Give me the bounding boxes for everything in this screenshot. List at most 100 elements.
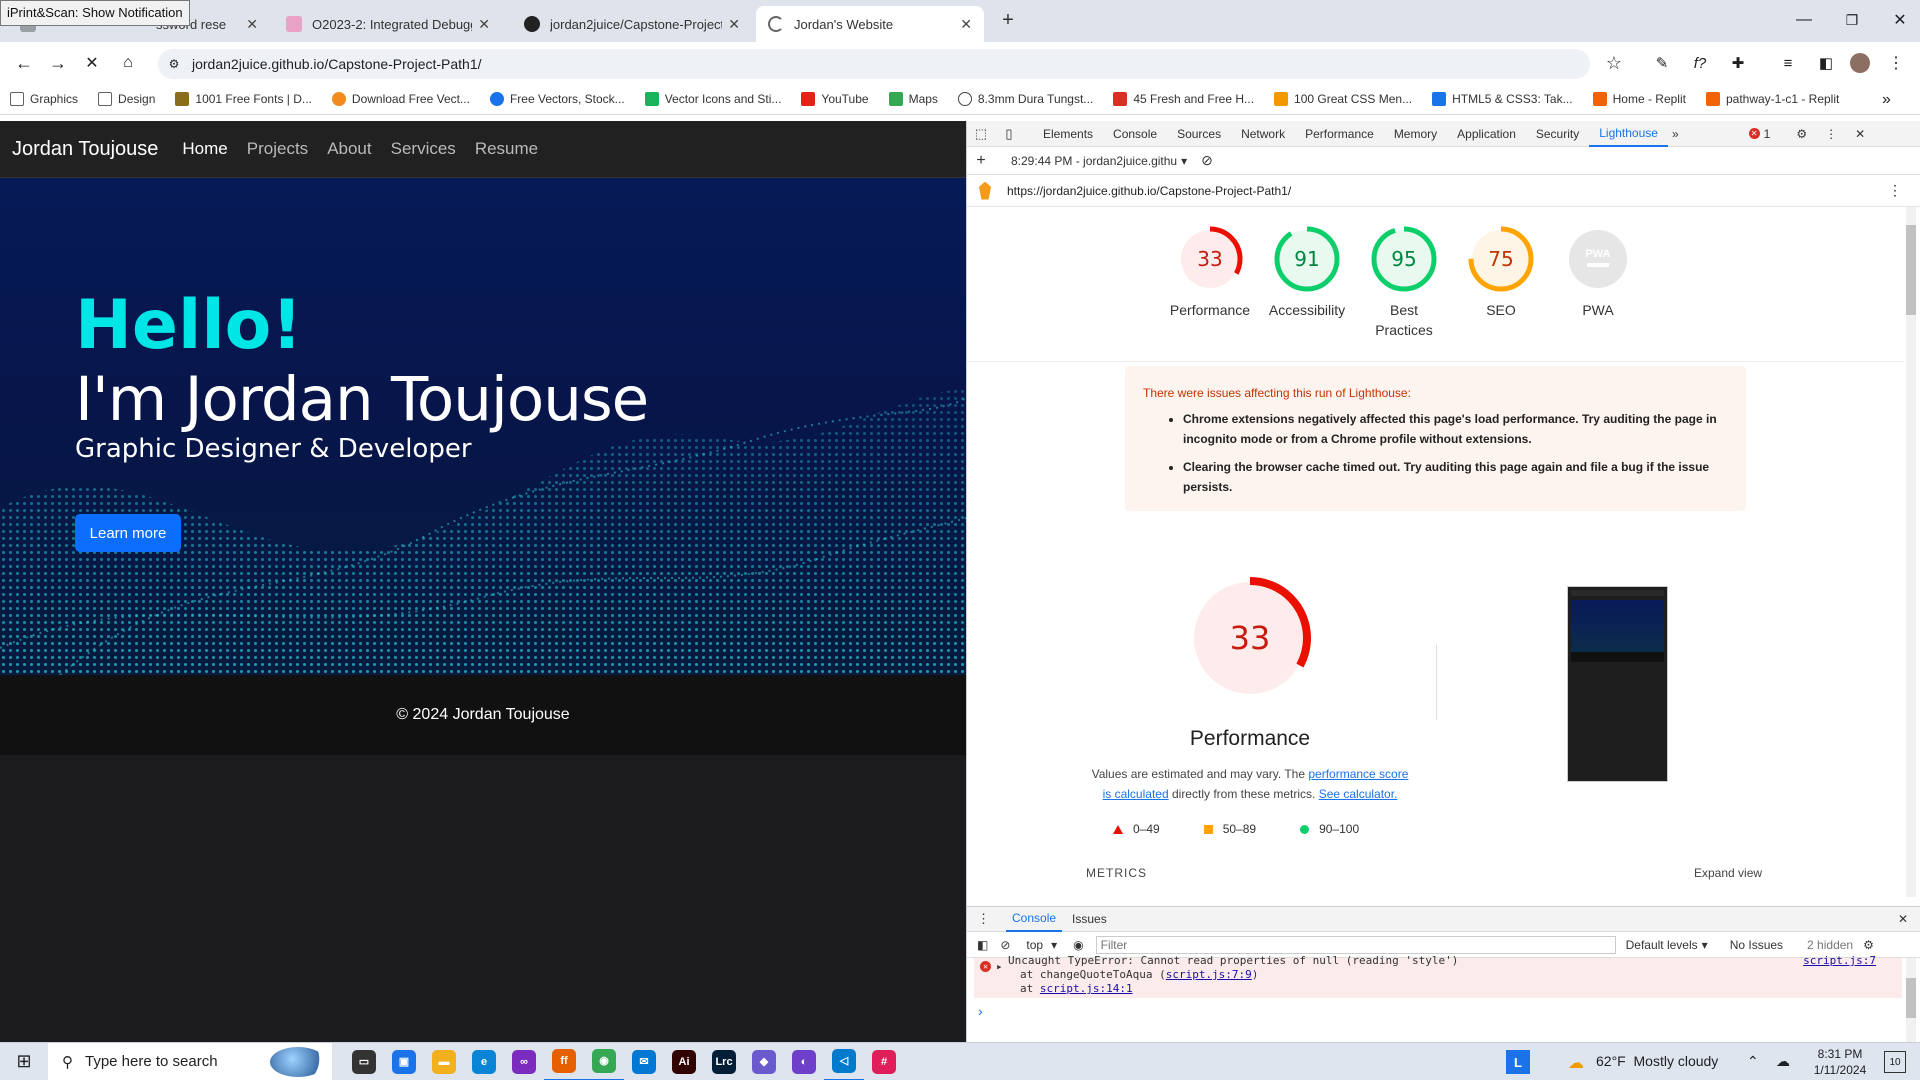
vscode-icon[interactable]: ◁ xyxy=(824,1043,864,1080)
new-report-icon[interactable]: + xyxy=(967,152,995,170)
media-icon[interactable]: ≡ xyxy=(1774,49,1802,77)
devtools-close-icon[interactable]: ✕ xyxy=(1855,127,1865,141)
drawer-close-icon[interactable]: ✕ xyxy=(1898,912,1908,926)
address-bar[interactable]: jordan2juice.github.io/Capstone-Project-… xyxy=(158,49,1590,79)
stack-link[interactable]: script.js:14:1 xyxy=(1040,982,1133,995)
devtools-menu-icon[interactable]: ⋮ xyxy=(1825,127,1837,141)
menu-icon[interactable]: ⋮ xyxy=(1882,49,1910,77)
nav-projects[interactable]: Projects xyxy=(247,139,308,159)
score-gauge-performance[interactable]: 33 xyxy=(1177,226,1243,292)
nav-services[interactable]: Services xyxy=(391,139,456,159)
bookmark-css-menus[interactable]: 100 Great CSS Men... xyxy=(1274,92,1412,106)
learn-more-button[interactable]: Learn more xyxy=(75,514,181,552)
expand-view-link[interactable]: Expand view xyxy=(1694,866,1762,880)
avatar[interactable] xyxy=(1850,53,1870,73)
edge-icon[interactable]: e xyxy=(464,1043,504,1080)
drawer-tab-console[interactable]: Console xyxy=(1006,906,1063,932)
taskbar-search[interactable]: ⚲ Type here to search xyxy=(48,1042,332,1080)
devtools-tab-sources[interactable]: Sources xyxy=(1167,121,1231,147)
clear-reports-icon[interactable]: ⊘ xyxy=(1201,152,1213,169)
nav-home[interactable]: Home xyxy=(182,139,227,159)
devtools-tab-performance[interactable]: Performance xyxy=(1295,121,1384,147)
home-icon[interactable]: ⌂ xyxy=(114,49,142,77)
mail-icon[interactable]: ✉ xyxy=(624,1043,664,1080)
restore-icon[interactable]: ❐ xyxy=(1834,6,1870,34)
scrollbar-thumb[interactable] xyxy=(1906,225,1916,315)
close-icon[interactable]: ✕ xyxy=(246,16,258,33)
widget-icon[interactable]: L xyxy=(1506,1050,1530,1074)
forward-icon[interactable]: → xyxy=(44,49,72,77)
settings-icon[interactable]: ⚙ xyxy=(1796,127,1807,141)
expand-triangle-icon[interactable]: ▸ xyxy=(996,960,1003,973)
weather-icon[interactable]: ☁ xyxy=(1568,1053,1584,1073)
bookmark-html5[interactable]: HTML5 & CSS3: Tak... xyxy=(1432,92,1573,106)
devtools-tab-console[interactable]: Console xyxy=(1103,121,1167,147)
onedrive-icon[interactable]: ☁ xyxy=(1776,1053,1790,1070)
close-icon[interactable]: ✕ xyxy=(960,16,972,33)
notification-icon[interactable]: 10 xyxy=(1884,1051,1906,1073)
tab-active[interactable]: Jordan's Website ✕ xyxy=(756,6,984,42)
bookmark-tungsten[interactable]: 8.3mm Dura Tungst... xyxy=(957,92,1093,106)
report-menu-icon[interactable]: ⋮ xyxy=(1888,182,1902,199)
bookmark-replit-pathway[interactable]: pathway-1-c1 - Replit xyxy=(1705,92,1839,106)
task-view-icon[interactable]: ▭ xyxy=(344,1043,384,1080)
score-gauge-accessibility[interactable]: 91 xyxy=(1274,226,1340,292)
score-gauge-best-practices[interactable]: 95 xyxy=(1371,226,1437,292)
weather-text[interactable]: 62°F Mostly cloudy xyxy=(1596,1053,1718,1069)
store-icon[interactable]: ▣ xyxy=(384,1043,424,1080)
report-scrollbar[interactable] xyxy=(1906,207,1916,897)
page-screenshot-thumbnail[interactable] xyxy=(1567,586,1668,782)
slack-icon[interactable]: # xyxy=(864,1043,904,1080)
context-select[interactable]: top ▾ xyxy=(1026,938,1057,952)
console-filter-input[interactable] xyxy=(1095,935,1616,954)
bookmark-vecteezy[interactable]: Download Free Vect... xyxy=(331,92,470,106)
bookmark-fonts[interactable]: 1001 Free Fonts | D... xyxy=(175,92,312,106)
tab-1[interactable]: O2023-2: Integrated Debugging ✕ xyxy=(274,6,502,42)
console-prompt[interactable]: › xyxy=(978,1003,983,1019)
illustrator-icon[interactable]: Ai xyxy=(664,1043,704,1080)
app-purple-icon[interactable]: ∞ xyxy=(504,1043,544,1080)
report-url[interactable]: https://jordan2juice.github.io/Capstone-… xyxy=(1007,184,1291,198)
device-toolbar-icon[interactable]: ▯ xyxy=(995,126,1023,142)
bookmark-fresh[interactable]: 45 Fresh and Free H... xyxy=(1113,92,1254,106)
devtools-tab-memory[interactable]: Memory xyxy=(1384,121,1447,147)
minimize-icon[interactable]: — xyxy=(1786,6,1822,34)
back-icon[interactable]: ← xyxy=(10,49,38,77)
drawer-menu-icon[interactable]: ⋮ xyxy=(977,911,990,927)
bookmark-design[interactable]: Design xyxy=(98,92,155,106)
eye-icon[interactable]: ◉ xyxy=(1073,938,1083,952)
no-issues-label[interactable]: No Issues xyxy=(1730,938,1783,952)
console-scrollbar[interactable] xyxy=(1906,958,1916,1042)
scrollbar-thumb[interactable] xyxy=(1906,978,1916,1018)
more-tabs-icon[interactable]: » xyxy=(1672,127,1679,141)
clear-console-icon[interactable]: ⊘ xyxy=(1000,938,1010,952)
error-badge[interactable]: ✕ 1 xyxy=(1748,127,1770,141)
levels-select[interactable]: Default levels ▾ xyxy=(1626,938,1708,952)
site-info-icon[interactable]: ⚙ xyxy=(166,56,182,72)
stop-icon[interactable]: ✕ xyxy=(78,49,106,77)
copilot-icon[interactable]: ◆ xyxy=(744,1043,784,1080)
score-gauge-seo[interactable]: 75 xyxy=(1468,226,1534,292)
nav-about[interactable]: About xyxy=(327,139,371,159)
clock[interactable]: 8:31 PM 1/11/2024 xyxy=(1800,1046,1880,1078)
bookmark-vector-icons[interactable]: Vector Icons and Sti... xyxy=(644,92,781,106)
function-icon[interactable]: f? xyxy=(1686,49,1714,77)
chevron-up-icon[interactable]: ⌃ xyxy=(1747,1053,1759,1070)
stack-link[interactable]: script.js:7:9 xyxy=(1166,968,1252,981)
close-icon[interactable]: ✕ xyxy=(728,16,740,33)
windows-start-icon[interactable]: ⊞ xyxy=(0,1043,48,1080)
github-icon[interactable]: ◐ xyxy=(784,1043,824,1080)
new-tab-button[interactable]: + xyxy=(994,6,1022,34)
console-settings-icon[interactable]: ⚙ xyxy=(1863,938,1874,952)
firefox-icon[interactable]: ff xyxy=(544,1043,584,1080)
extensions-icon[interactable]: ✚ xyxy=(1724,49,1752,77)
devtools-tab-application[interactable]: Application xyxy=(1447,121,1526,147)
bookmark-freepik[interactable]: Free Vectors, Stock... xyxy=(489,92,625,106)
side-panel-icon[interactable]: ◧ xyxy=(1812,49,1840,77)
chrome-icon[interactable]: ◉ xyxy=(584,1043,624,1080)
bookmarks-overflow-icon[interactable]: » xyxy=(1882,91,1891,109)
see-calculator-link[interactable]: See calculator. xyxy=(1319,787,1398,801)
pen-icon[interactable]: ✎ xyxy=(1648,49,1676,77)
bookmark-graphics[interactable]: Graphics xyxy=(10,92,78,106)
site-brand[interactable]: Jordan Toujouse xyxy=(12,138,158,161)
